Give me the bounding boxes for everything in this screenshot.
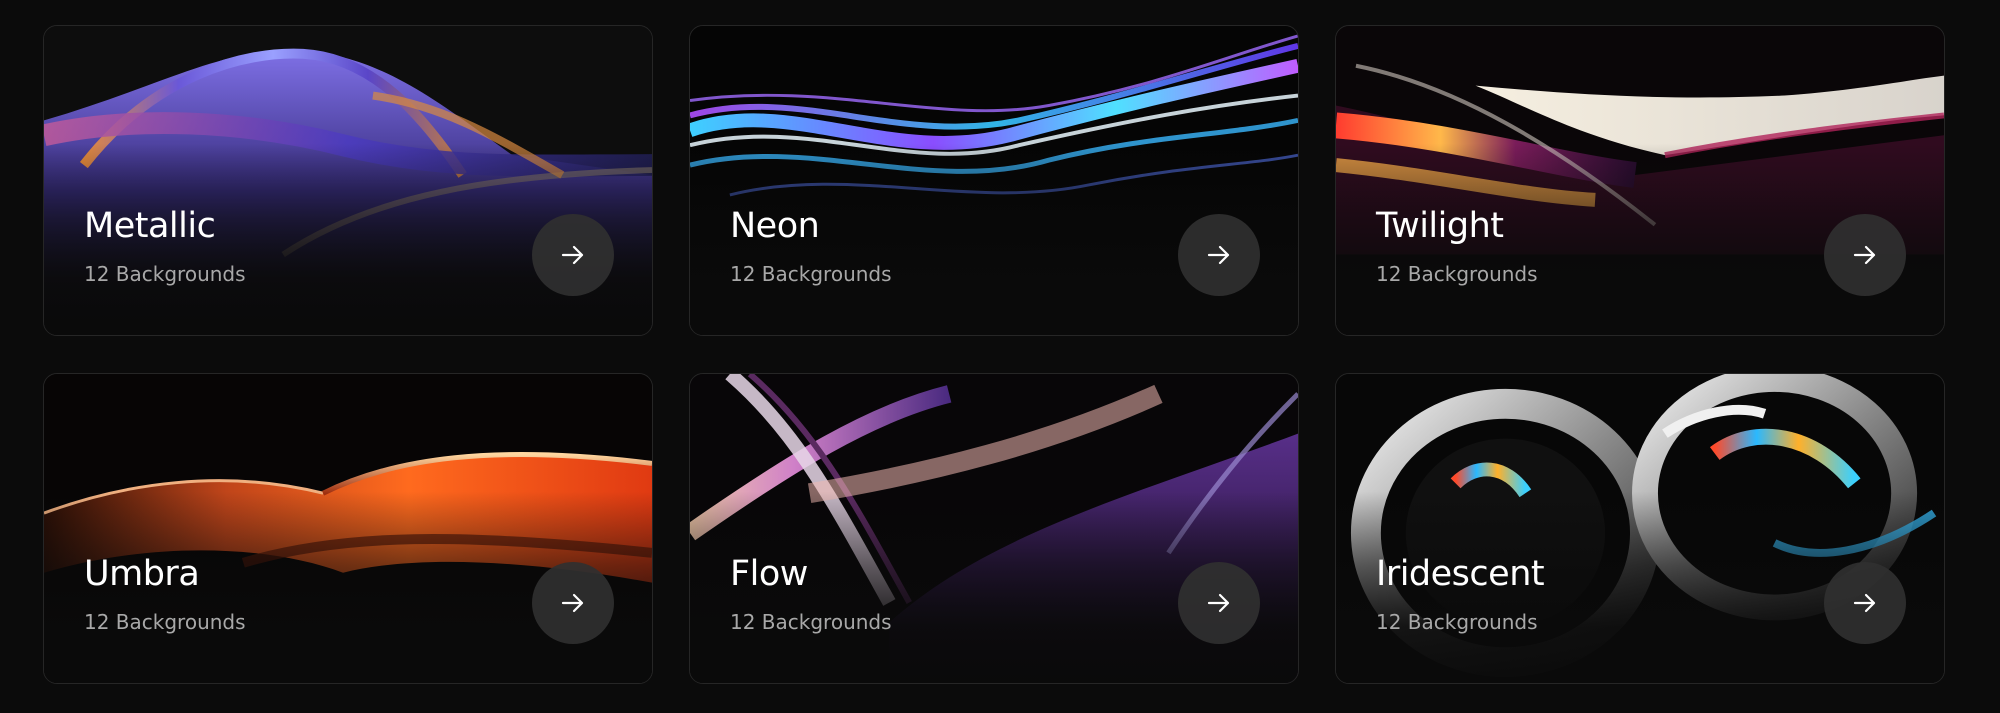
collection-card-neon[interactable]: Neon 12 Backgrounds [689, 25, 1299, 336]
arrow-right-icon [561, 593, 584, 613]
collection-card-twilight[interactable]: Twilight 12 Backgrounds [1335, 25, 1945, 336]
open-collection-button[interactable] [532, 214, 614, 296]
collection-card-flow[interactable]: Flow 12 Backgrounds [689, 373, 1299, 684]
collection-card-umbra[interactable]: Umbra 12 Backgrounds [43, 373, 653, 684]
collection-count: 12 Backgrounds [1376, 262, 1538, 286]
collection-title: Twilight [1376, 206, 1504, 246]
open-collection-button[interactable] [1824, 562, 1906, 644]
open-collection-button[interactable] [1824, 214, 1906, 296]
collection-title: Metallic [84, 206, 216, 246]
arrow-right-icon [1207, 245, 1230, 265]
open-collection-button[interactable] [1178, 214, 1260, 296]
arrow-right-icon [1853, 245, 1876, 265]
collection-title: Neon [730, 206, 820, 246]
collection-title: Iridescent [1376, 554, 1545, 594]
collection-card-iridescent[interactable]: Iridescent 12 Backgrounds [1335, 373, 1945, 684]
collection-count: 12 Backgrounds [730, 610, 892, 634]
arrow-right-icon [1853, 593, 1876, 613]
collection-title: Umbra [84, 554, 200, 594]
collection-count: 12 Backgrounds [730, 262, 892, 286]
collection-count: 12 Backgrounds [1376, 610, 1538, 634]
collection-count: 12 Backgrounds [84, 262, 246, 286]
collection-grid: Metallic 12 Backgrounds Neon 12 Backgrou… [43, 25, 1946, 684]
open-collection-button[interactable] [1178, 562, 1260, 644]
open-collection-button[interactable] [532, 562, 614, 644]
arrow-right-icon [1207, 593, 1230, 613]
collection-title: Flow [730, 554, 808, 594]
collection-count: 12 Backgrounds [84, 610, 246, 634]
collection-card-metallic[interactable]: Metallic 12 Backgrounds [43, 25, 653, 336]
arrow-right-icon [561, 245, 584, 265]
